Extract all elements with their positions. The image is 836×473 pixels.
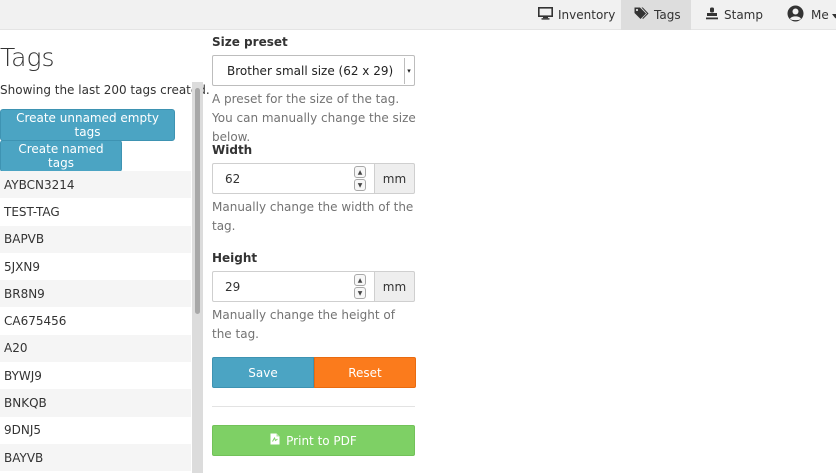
nav-item-inventory[interactable]: Inventory [531, 0, 621, 30]
decrement-icon[interactable]: ▼ [354, 179, 366, 191]
list-item[interactable]: BR8N9 [0, 280, 191, 308]
nav-label: Inventory [558, 8, 616, 22]
nav-label: Me [811, 8, 829, 22]
width-unit: mm [374, 163, 415, 194]
create-unnamed-tags-button[interactable]: Create unnamed empty tags [0, 109, 175, 141]
top-navbar: Inventory Tags Stamp Me [0, 0, 836, 30]
list-item[interactable]: BYWJ9 [0, 362, 191, 389]
user-circle-icon [787, 5, 809, 25]
save-button[interactable]: Save [212, 357, 314, 388]
reset-button[interactable]: Reset [314, 357, 416, 388]
list-item[interactable]: 5JXN9 [0, 253, 191, 280]
tags-icon [634, 7, 654, 23]
width-help: Manually change the width of the tag. [212, 200, 414, 233]
monitor-icon [538, 7, 558, 23]
size-preset-help: A preset for the size of the tag. You ca… [212, 92, 416, 144]
width-label: Width [212, 143, 253, 157]
tag-list: AYBCN3214 TEST-TAG BAPVB 5JXN9 BR8N9 CA6… [0, 171, 191, 473]
page-title: Tags [0, 43, 55, 72]
height-unit: mm [374, 271, 415, 302]
list-item[interactable]: 9DNJ5 [0, 417, 191, 444]
list-item[interactable]: BAYVB [0, 443, 191, 472]
nav-item-me[interactable]: Me [779, 0, 836, 30]
list-item[interactable]: AYBCN3214 [0, 171, 191, 199]
decrement-icon[interactable]: ▼ [354, 287, 366, 299]
nav-item-stamp[interactable]: Stamp [697, 0, 767, 30]
print-to-pdf-button[interactable]: Print to PDF [212, 425, 415, 456]
height-value: 29 [225, 279, 241, 294]
height-label: Height [212, 251, 258, 265]
tags-count-text: Showing the last 200 tags created. [0, 83, 210, 97]
size-preset-value: Brother small size (62 x 29) [227, 63, 394, 78]
height-spinner: ▲ ▼ [354, 274, 366, 299]
list-item[interactable]: TEST-TAG [0, 198, 191, 225]
height-input-group: 29 ▲ ▼ mm [212, 271, 415, 302]
nav-label: Stamp [724, 8, 763, 22]
height-help: Manually change the height of the tag. [212, 308, 395, 341]
width-input-group: 62 ▲ ▼ mm [212, 163, 415, 194]
stamp-icon [705, 7, 724, 23]
list-item[interactable]: BNKQB [0, 389, 191, 417]
create-named-tags-button[interactable]: Create named tags [0, 140, 122, 172]
list-item[interactable]: A20 [0, 334, 191, 363]
pdf-file-icon [270, 433, 286, 448]
scrollbar-thumb[interactable] [195, 88, 200, 314]
increment-icon[interactable]: ▲ [354, 274, 366, 286]
list-item[interactable]: BAPVB [0, 225, 191, 253]
dropdown-arrow-icon: ▾ [404, 58, 413, 84]
caret-down-icon [831, 8, 836, 22]
width-value: 62 [225, 171, 241, 186]
print-label: Print to PDF [286, 433, 357, 448]
height-input[interactable]: 29 ▲ ▼ [212, 271, 374, 302]
width-input[interactable]: 62 ▲ ▼ [212, 163, 374, 194]
size-preset-label: Size preset [212, 35, 288, 49]
width-spinner: ▲ ▼ [354, 166, 366, 191]
increment-icon[interactable]: ▲ [354, 166, 366, 178]
size-preset-select[interactable]: Brother small size (62 x 29) ▾ [212, 55, 415, 86]
nav-label: Tags [654, 8, 681, 22]
list-item[interactable]: CA675456 [0, 307, 191, 334]
divider [212, 406, 415, 407]
nav-item-tags[interactable]: Tags [621, 0, 691, 30]
